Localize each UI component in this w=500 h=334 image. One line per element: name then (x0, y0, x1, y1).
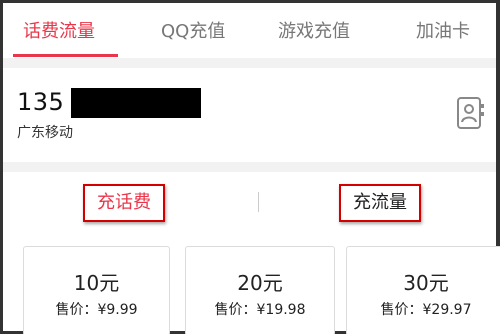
data-plan-button[interactable]: 充流量 (339, 184, 421, 222)
phone-number-panel: 135 广东移动 (3, 68, 496, 162)
type-divider (258, 192, 259, 212)
tab-call-data[interactable]: 话费流量 (23, 17, 95, 43)
phone-number-redaction (71, 88, 201, 118)
tab-game-recharge[interactable]: 游戏充值 (278, 17, 350, 43)
phone-number-prefix[interactable]: 135 (17, 88, 64, 116)
amount-options: 10元 售价：¥9.99 20元 售价：¥19.98 30元 售价：¥29.97 (3, 232, 500, 334)
active-tab-indicator (13, 54, 118, 57)
recharge-type-selector: 充话费 充流量 (3, 172, 496, 232)
call-fee-button[interactable]: 充话费 (83, 184, 165, 222)
amount-value: 20元 (237, 271, 283, 295)
carrier-label: 广东移动 (17, 125, 73, 141)
amount-value: 30元 (403, 271, 449, 295)
amount-price: 售价：¥19.98 (214, 302, 306, 318)
tab-qq-recharge[interactable]: QQ充值 (161, 17, 225, 43)
amount-price: 售价：¥29.97 (380, 302, 472, 318)
amount-price: 售价：¥9.99 (55, 302, 138, 318)
amount-card-30[interactable]: 30元 售价：¥29.97 (346, 246, 500, 334)
top-tab-bar: 话费流量 QQ充值 游戏充值 加油卡 (3, 3, 496, 58)
tab-fuel-card[interactable]: 加油卡 (416, 17, 470, 43)
amount-card-10[interactable]: 10元 售价：¥9.99 (23, 246, 170, 334)
amount-card-20[interactable]: 20元 售价：¥19.98 (185, 246, 335, 334)
amount-value: 10元 (73, 271, 120, 295)
contact-book-icon[interactable] (456, 96, 486, 130)
